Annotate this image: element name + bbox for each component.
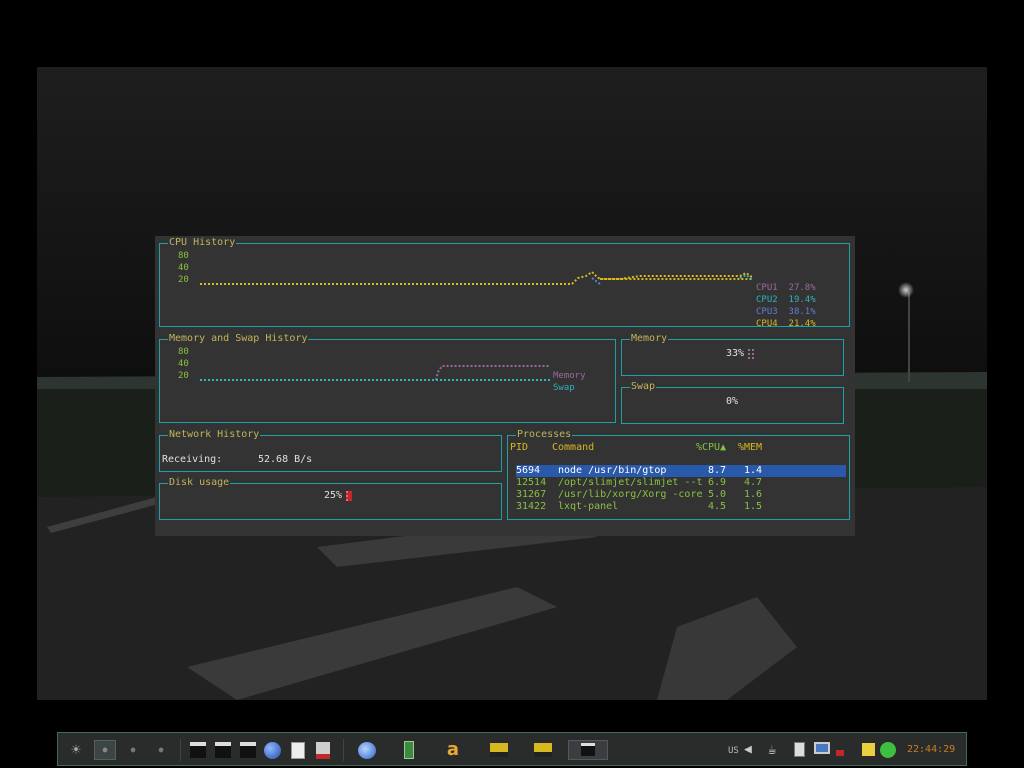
memory-gauge-panel: Memory 33% bbox=[621, 333, 844, 376]
column-header-pid[interactable]: PID bbox=[510, 442, 528, 454]
memory-gauge-bar bbox=[748, 349, 754, 359]
disk-gauge-bar bbox=[346, 491, 352, 501]
window-app-icon[interactable] bbox=[490, 743, 508, 757]
swap-gauge-panel: Swap 0% bbox=[621, 381, 844, 424]
battery-app-icon[interactable] bbox=[404, 741, 414, 759]
memory-swap-history-panel: Memory and Swap History 80 40 20 Memory … bbox=[159, 333, 616, 423]
disk-usage-panel: Disk usage 25% bbox=[159, 477, 502, 520]
taskbar-separator bbox=[180, 739, 181, 761]
process-cpu: 8.7 bbox=[708, 465, 727, 476]
column-header-command[interactable]: Command bbox=[552, 442, 594, 454]
network-signal-icon[interactable] bbox=[836, 750, 844, 756]
terminal-icon[interactable] bbox=[215, 742, 231, 758]
process-pid: 31422 bbox=[516, 501, 547, 512]
table-row[interactable]: 31422 lxqt-panel 4.5 1.5 bbox=[516, 501, 846, 513]
status-green-icon[interactable] bbox=[880, 742, 896, 758]
network-history-panel: Network History Receiving: 52.68 B/s bbox=[159, 429, 502, 472]
clock[interactable]: 22:44:29 bbox=[907, 744, 955, 756]
panel-title: Swap bbox=[630, 381, 657, 393]
task-manager-icon[interactable] bbox=[316, 742, 330, 759]
y-tick-label: 40 bbox=[178, 359, 189, 369]
network-rate: 52.68 B/s bbox=[258, 454, 313, 465]
process-command: /opt/slimjet/slimjet --t bbox=[558, 477, 703, 488]
panel-title: Memory bbox=[630, 333, 669, 345]
cpu-history-panel: CPU History 80 40 20 CPU1 27.8% CPU2 19.… bbox=[159, 237, 850, 329]
table-row[interactable]: 31267 /usr/lib/xorg/Xorg -core 5.0 1.6 bbox=[516, 489, 846, 501]
settings-sun-icon[interactable]: ☀ bbox=[66, 740, 86, 760]
panel-title: CPU History bbox=[168, 237, 237, 249]
legend-cpu4: CPU4 21.4% bbox=[756, 319, 816, 329]
process-pid: 31267 bbox=[516, 489, 547, 500]
process-cpu: 5.0 bbox=[708, 489, 727, 500]
legend-cpu3: CPU3 38.1% bbox=[756, 307, 816, 317]
process-pid: 5694 bbox=[516, 465, 541, 476]
process-mem: 1.5 bbox=[744, 501, 763, 512]
terminal-icon[interactable] bbox=[581, 743, 595, 756]
cpu-legend: CPU1 27.8% CPU2 19.4% CPU3 38.1% CPU4 21… bbox=[752, 274, 832, 329]
processes-panel[interactable]: Processes PID Command %CPU▲ %MEM 5694 no… bbox=[507, 429, 850, 520]
y-tick-label: 20 bbox=[178, 371, 189, 381]
desktop-switch-2[interactable]: ● bbox=[122, 740, 144, 760]
gtop-terminal-window[interactable]: CPU History 80 40 20 CPU1 27.8% CPU2 19.… bbox=[155, 236, 855, 536]
window-app-icon[interactable] bbox=[534, 743, 552, 757]
terminal-icon[interactable] bbox=[190, 742, 206, 758]
terminal-icon[interactable] bbox=[240, 742, 256, 758]
legend-cpu2: CPU2 19.4% bbox=[756, 295, 816, 305]
legend-cpu1: CPU1 27.8% bbox=[756, 283, 816, 293]
swap-percent: 0% bbox=[726, 396, 739, 407]
y-tick-label: 80 bbox=[178, 251, 189, 261]
process-command: lxqt-panel bbox=[558, 501, 619, 512]
text-editor-icon[interactable] bbox=[291, 742, 305, 759]
y-tick-label: 20 bbox=[178, 275, 189, 285]
coffee-cup-icon[interactable]: ☕ bbox=[768, 740, 784, 760]
column-header-mem[interactable]: %MEM bbox=[738, 442, 762, 454]
panel-title: Network History bbox=[168, 429, 261, 441]
volume-icon[interactable]: ◀ bbox=[744, 740, 758, 760]
desktop-switch-3[interactable]: ● bbox=[150, 740, 172, 760]
legend-swap: Swap bbox=[553, 383, 575, 393]
disk-percent: 25% bbox=[324, 490, 343, 501]
desktop-switch-1[interactable]: ● bbox=[94, 740, 116, 760]
process-command: node /usr/bin/gtop bbox=[558, 465, 667, 476]
sticky-note-icon[interactable] bbox=[862, 743, 875, 756]
browser-globe-icon[interactable] bbox=[264, 742, 281, 759]
network-label: Receiving: bbox=[162, 454, 223, 465]
process-mem: 1.6 bbox=[744, 489, 763, 500]
cpu-history-graph bbox=[200, 270, 760, 285]
table-row[interactable]: 12514 /opt/slimjet/slimjet --t 6.9 4.7 bbox=[516, 477, 846, 489]
memory-swap-graph bbox=[200, 365, 550, 381]
web-browser-icon[interactable] bbox=[358, 742, 376, 759]
taskbar-separator bbox=[343, 739, 344, 761]
column-header-cpu[interactable]: %CPU▲ bbox=[696, 442, 726, 454]
process-mem: 4.7 bbox=[744, 477, 763, 488]
letter-a-app-icon[interactable]: a bbox=[444, 740, 462, 760]
panel-title: Memory and Swap History bbox=[168, 333, 309, 345]
process-command: /usr/lib/xorg/Xorg -core bbox=[558, 489, 703, 500]
taskbar-panel: ☀ ● ● ● a US ◀ ☕ 22:44:29 bbox=[57, 732, 967, 766]
panel-title: Processes bbox=[516, 429, 573, 441]
y-tick-label: 80 bbox=[178, 347, 189, 357]
process-cpu: 4.5 bbox=[708, 501, 727, 512]
legend-memory: Memory bbox=[553, 371, 586, 381]
process-mem: 1.4 bbox=[744, 465, 763, 476]
table-row[interactable]: 5694 node /usr/bin/gtop 8.7 1.4 bbox=[516, 465, 846, 477]
process-pid: 12514 bbox=[516, 477, 547, 488]
memory-percent: 33% bbox=[726, 348, 745, 359]
clipboard-icon[interactable] bbox=[794, 742, 805, 757]
y-tick-label: 40 bbox=[178, 263, 189, 273]
panel-title: Disk usage bbox=[168, 477, 231, 489]
process-cpu: 6.9 bbox=[708, 477, 727, 488]
monitor-icon[interactable] bbox=[814, 742, 830, 754]
keyboard-layout-indicator[interactable]: US bbox=[728, 745, 739, 757]
